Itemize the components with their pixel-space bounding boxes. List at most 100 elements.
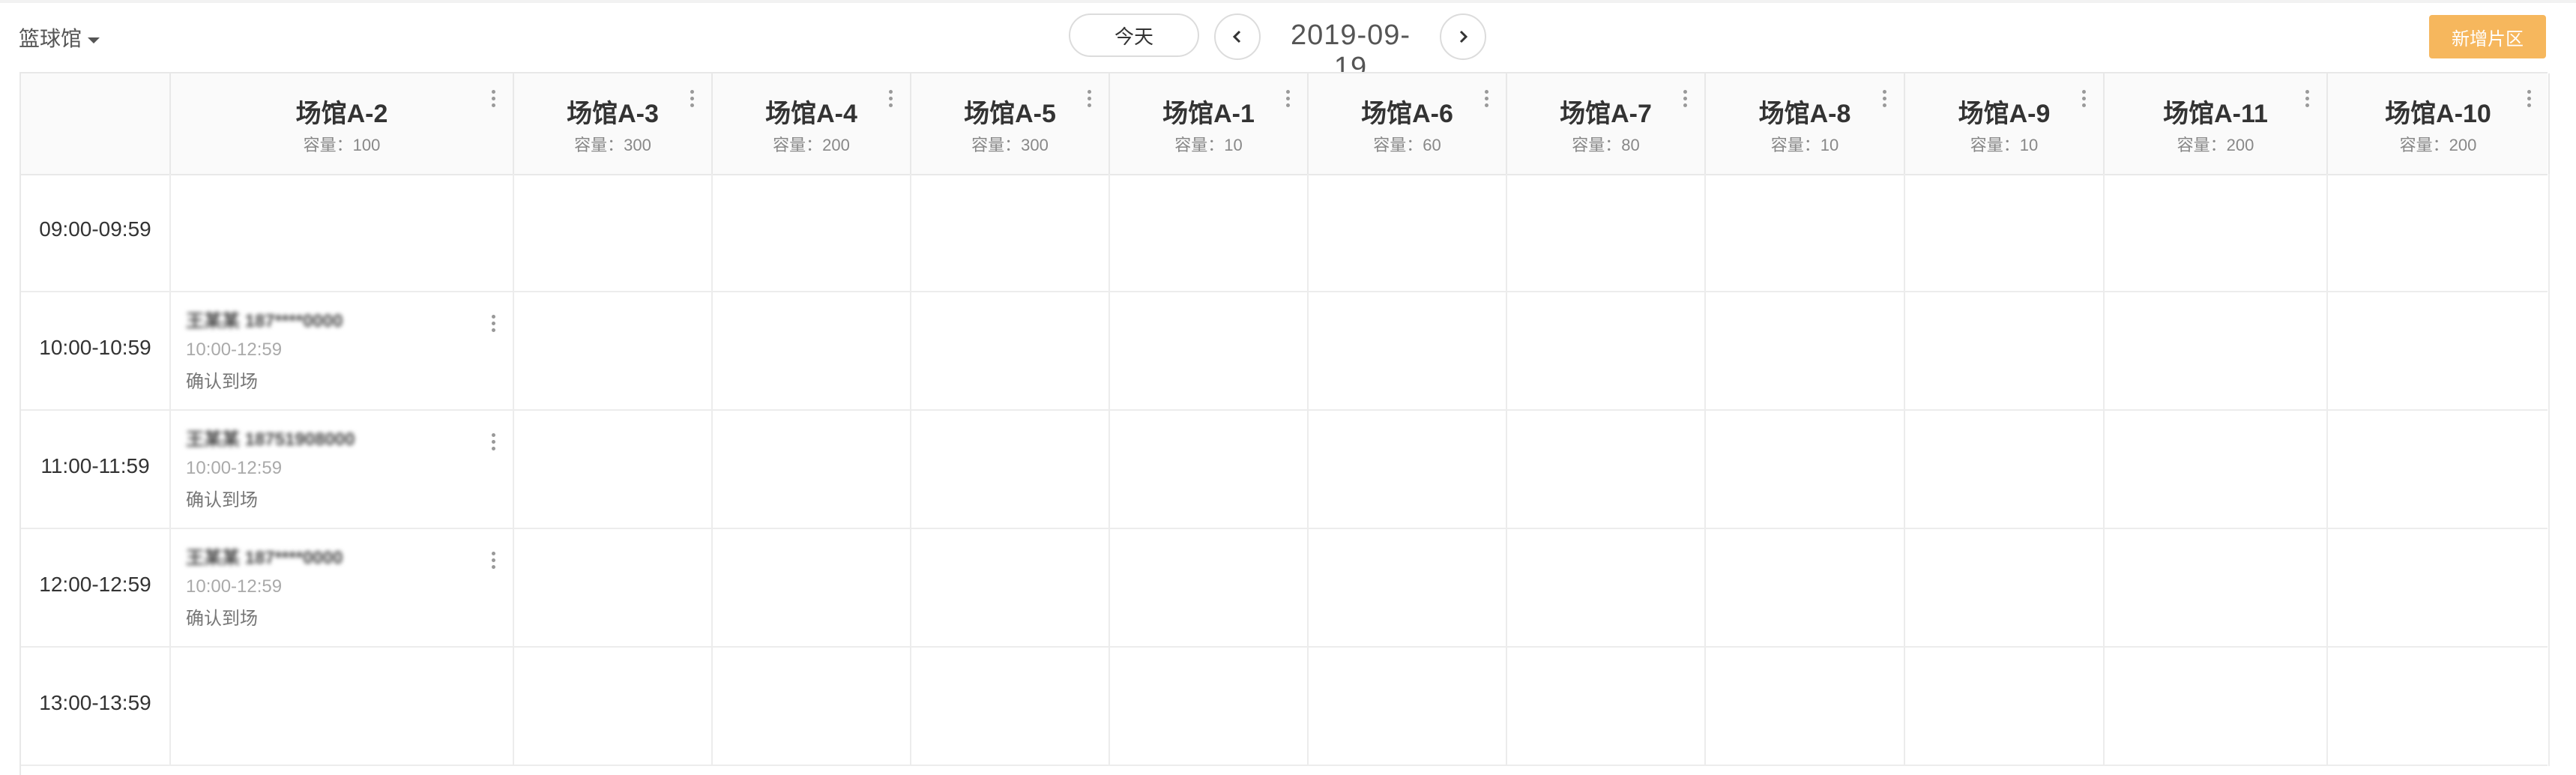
column-more-icon[interactable]	[889, 90, 893, 110]
schedule-cell[interactable]	[1309, 292, 1507, 411]
schedule-cell[interactable]	[1507, 292, 1706, 411]
schedule-cell[interactable]	[171, 174, 514, 292]
schedule-cell[interactable]	[1110, 411, 1309, 529]
booking-customer: 王某某 18751908000	[186, 429, 355, 450]
chevron-left-icon	[1232, 30, 1241, 43]
previous-day-button[interactable]	[1214, 13, 1261, 60]
column-more-icon[interactable]	[1485, 90, 1489, 110]
schedule-cell[interactable]	[2105, 648, 2328, 766]
today-button[interactable]: 今天	[1069, 13, 1199, 57]
schedule-cell[interactable]	[1110, 648, 1309, 766]
venue-capacity: 容量：10	[1770, 136, 1839, 154]
schedule-cell[interactable]	[2328, 411, 2550, 529]
venue-name: 场馆A-1	[1162, 100, 1255, 128]
booking-card[interactable]: 王某某 187****0000 10:00-12:59 确认到场	[186, 306, 343, 393]
schedule-cell[interactable]	[713, 411, 911, 529]
schedule-cell[interactable]	[713, 292, 911, 411]
venue-column-header: 场馆A-1 容量：10	[1110, 73, 1309, 174]
dot	[1286, 103, 1290, 107]
booking-card[interactable]: 王某某 187****0000 10:00-12:59 确认到场	[186, 543, 343, 630]
schedule-cell[interactable]	[1309, 529, 1507, 648]
schedule-cell[interactable]	[1507, 529, 1706, 648]
schedule-cell[interactable]	[1110, 529, 1309, 648]
venue-capacity: 容量：200	[773, 136, 850, 154]
schedule-cell[interactable]	[1110, 292, 1309, 411]
booking-time-range: 10:00-12:59	[186, 458, 283, 478]
column-more-icon[interactable]	[2527, 90, 2532, 110]
dot	[492, 440, 495, 444]
schedule-cell[interactable]	[2105, 292, 2328, 411]
dot	[2527, 97, 2531, 100]
column-more-icon[interactable]	[1883, 90, 1887, 110]
schedule-cell[interactable]	[514, 411, 713, 529]
schedule-cell[interactable]	[1309, 648, 1507, 766]
time-slot-cell: 12:00-12:59	[21, 529, 171, 648]
venue-column-header: 场馆A-4 容量：200	[713, 73, 911, 174]
column-more-icon[interactable]	[1088, 90, 1092, 110]
schedule-cell[interactable]	[713, 174, 911, 292]
dot	[2305, 90, 2309, 94]
schedule-cell[interactable]	[1905, 529, 2105, 648]
schedule-cell[interactable]	[911, 411, 1110, 529]
column-more-icon[interactable]	[690, 90, 695, 110]
schedule-cell[interactable]	[2328, 648, 2550, 766]
column-more-icon[interactable]	[492, 90, 496, 110]
schedule-cell[interactable]	[1706, 648, 1905, 766]
schedule-cell[interactable]	[2105, 174, 2328, 292]
schedule-cell[interactable]	[1706, 529, 1905, 648]
column-more-icon[interactable]	[2305, 90, 2310, 110]
schedule-cell[interactable]	[1507, 648, 1706, 766]
schedule-cell[interactable]	[1507, 411, 1706, 529]
booking-more-icon[interactable]	[492, 552, 496, 572]
schedule-cell[interactable]	[1905, 174, 2105, 292]
column-more-icon[interactable]	[1286, 90, 1291, 110]
schedule-cell[interactable]	[1905, 648, 2105, 766]
schedule-cell[interactable]	[1110, 174, 1309, 292]
schedule-cell[interactable]	[171, 648, 514, 766]
time-slot-label: 10:00-10:59	[39, 336, 151, 359]
venue-header-row: 场馆A-2 容量：100 场馆A-3 容量：300 场馆A-4 容量：200 场馆A-5 容量…	[21, 72, 2550, 175]
schedule-cell[interactable]	[1706, 411, 1905, 529]
booking-more-icon[interactable]	[492, 433, 496, 453]
schedule-cell[interactable]	[514, 648, 713, 766]
schedule-cell[interactable]	[1706, 292, 1905, 411]
column-more-icon[interactable]	[2082, 90, 2087, 110]
schedule-cell[interactable]	[514, 174, 713, 292]
schedule-cell[interactable]	[1309, 174, 1507, 292]
venue-name: 场馆A-8	[1758, 100, 1851, 128]
venue-dropdown[interactable]: 篮球馆	[19, 22, 100, 52]
schedule-cell[interactable]	[1905, 292, 2105, 411]
booking-customer: 王某某 187****0000	[186, 548, 343, 568]
schedule-cell[interactable]	[1507, 174, 1706, 292]
booking-card[interactable]: 王某某 18751908000 10:00-12:59 确认到场	[186, 424, 355, 511]
schedule-cell[interactable]	[1905, 411, 2105, 529]
schedule-cell[interactable]	[911, 292, 1110, 411]
add-section-button[interactable]: 新增片区	[2429, 15, 2546, 58]
schedule-cell[interactable]	[713, 529, 911, 648]
schedule-cell[interactable]	[2105, 529, 2328, 648]
schedule-cell[interactable]	[911, 648, 1110, 766]
schedule-cell[interactable]	[514, 292, 713, 411]
booking-more-icon[interactable]	[492, 315, 496, 335]
venue-name: 场馆A-2	[295, 100, 388, 128]
venue-column-header: 场馆A-5 容量：300	[911, 73, 1110, 174]
schedule-cell[interactable]	[911, 174, 1110, 292]
booking-cell[interactable]: 王某某 187****0000 10:00-12:59 确认到场	[171, 292, 514, 411]
booking-cell[interactable]: 王某某 187****0000 10:00-12:59 确认到场	[171, 529, 514, 648]
schedule-cell[interactable]	[1706, 174, 1905, 292]
dot	[1883, 97, 1886, 100]
next-day-button[interactable]	[1440, 13, 1486, 60]
schedule-cell[interactable]	[2328, 292, 2550, 411]
schedule-cell[interactable]	[2328, 174, 2550, 292]
booking-customer: 王某某 187****0000	[186, 311, 343, 331]
booking-cell[interactable]: 王某某 18751908000 10:00-12:59 确认到场	[171, 411, 514, 529]
schedule-cell[interactable]	[2105, 411, 2328, 529]
schedule-cell[interactable]	[1309, 411, 1507, 529]
column-more-icon[interactable]	[1683, 90, 1688, 110]
schedule-cell[interactable]	[514, 529, 713, 648]
venue-column-header: 场馆A-6 容量：60	[1309, 73, 1507, 174]
schedule-cell[interactable]	[713, 648, 911, 766]
schedule-cell[interactable]	[911, 529, 1110, 648]
schedule-cell[interactable]	[2328, 529, 2550, 648]
time-slot-cell: 11:00-11:59	[21, 411, 171, 529]
